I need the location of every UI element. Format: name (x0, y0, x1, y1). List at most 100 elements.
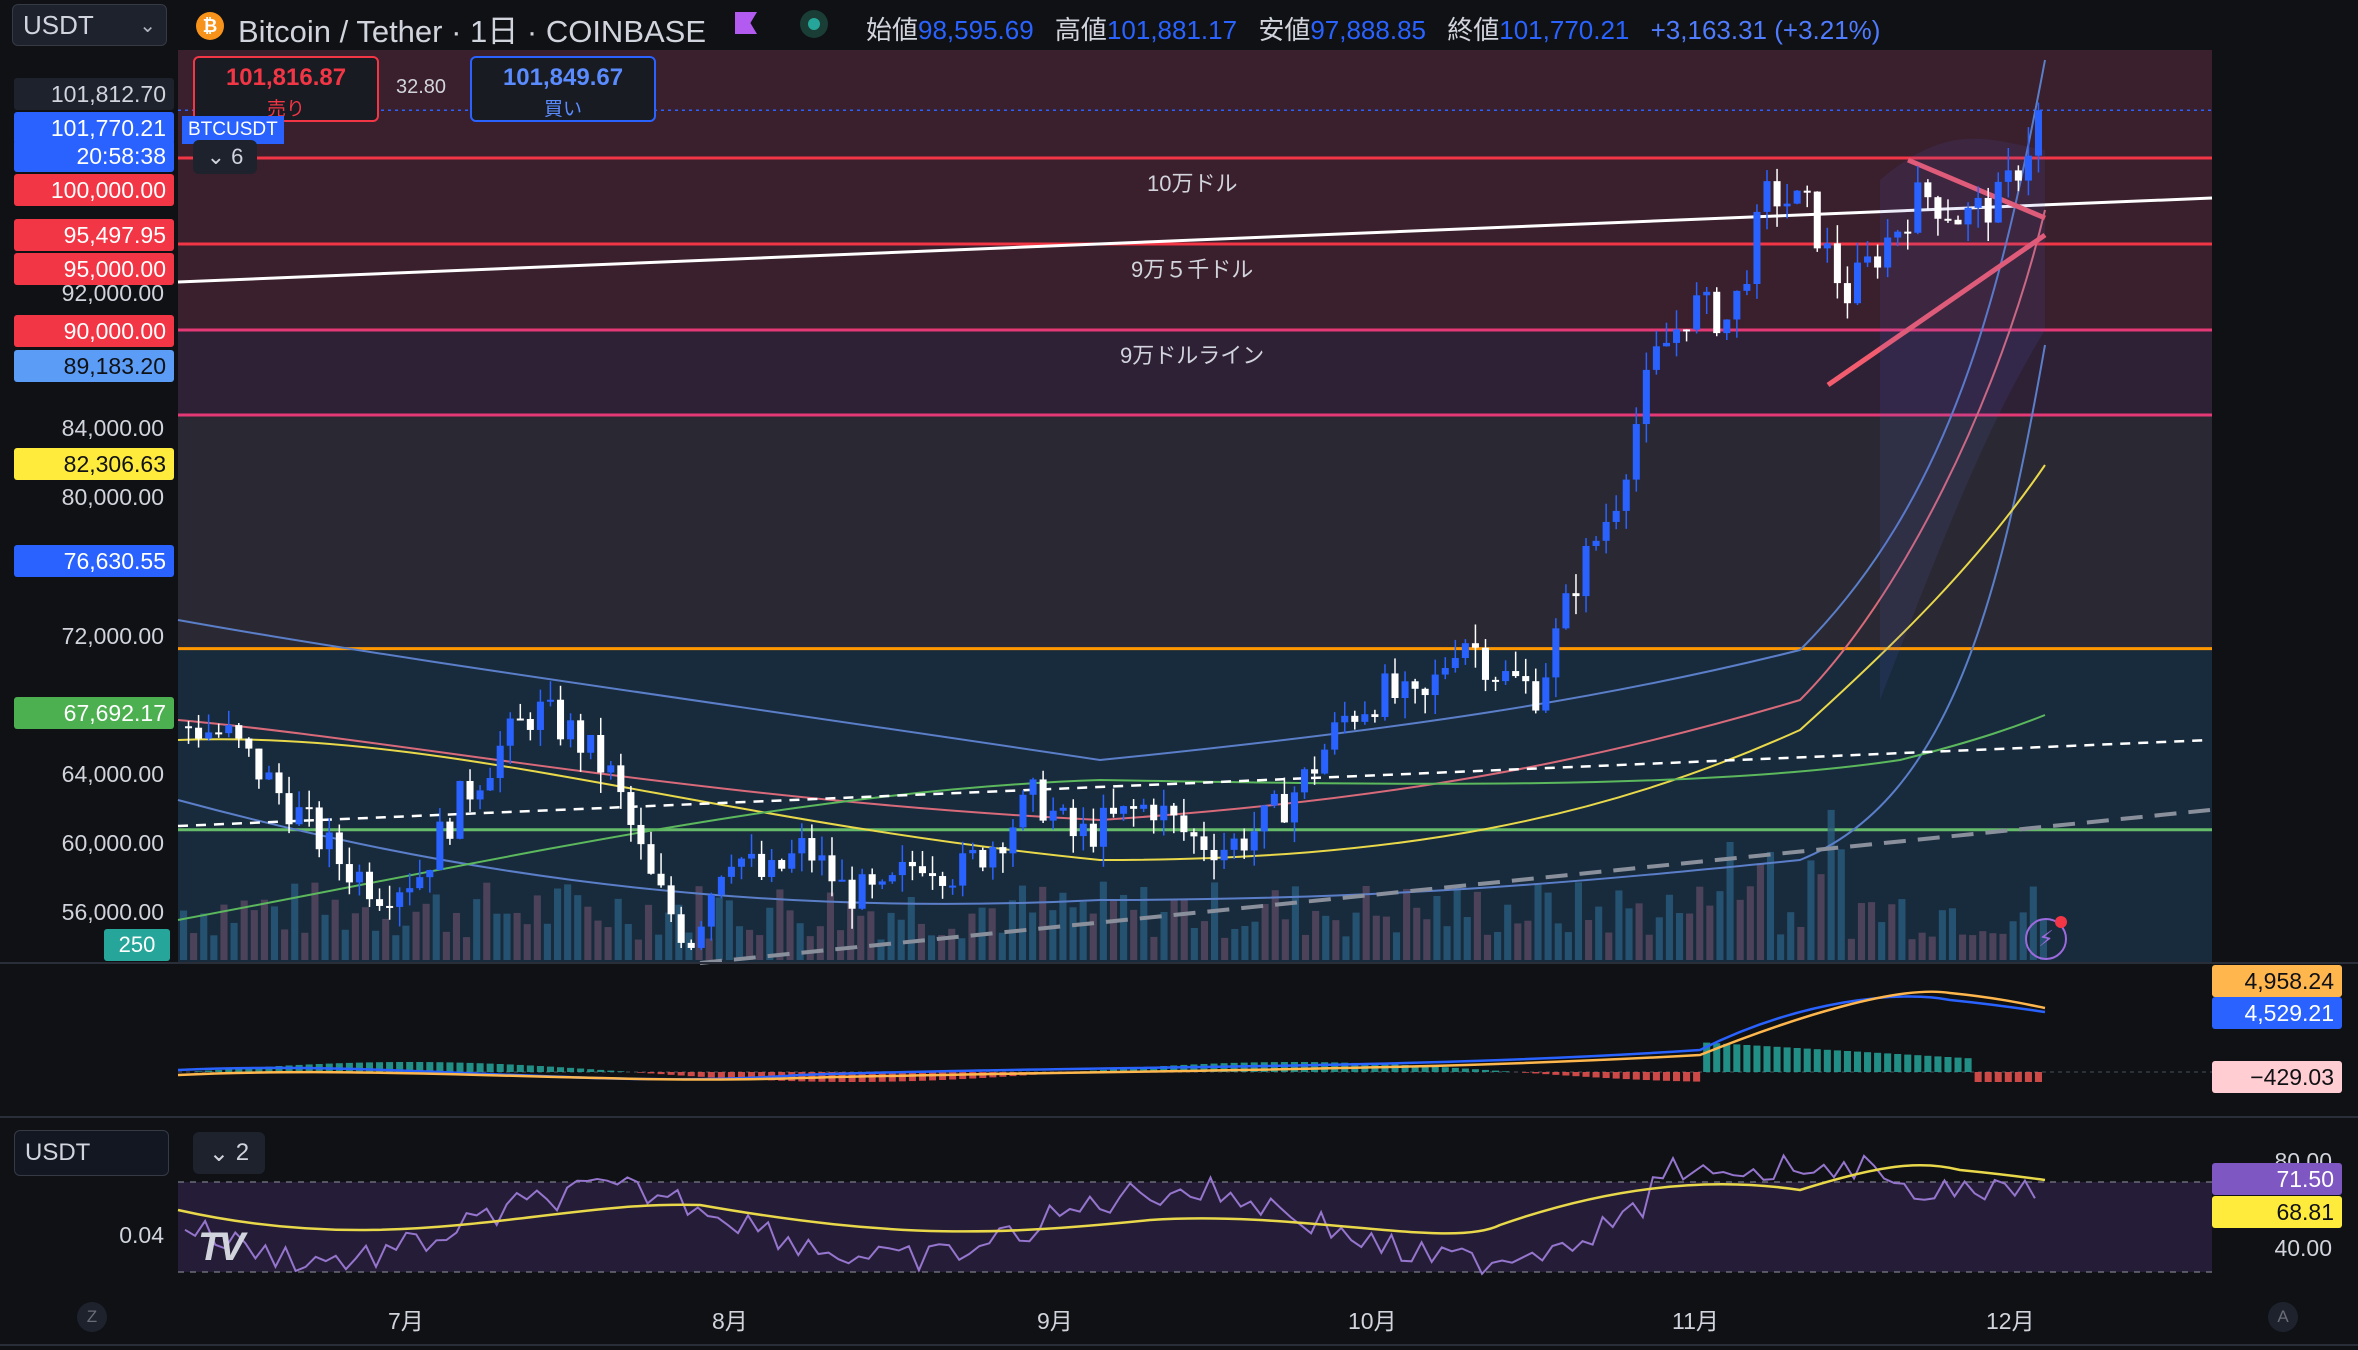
candle (436, 821, 444, 871)
volume-bar (341, 929, 349, 960)
zoom-reset-icon[interactable]: Z (77, 1302, 107, 1332)
macd-histogram-bar (1753, 1045, 1761, 1072)
volume-bar (887, 912, 895, 960)
macd-histogram-bar (1954, 1057, 1962, 1072)
sell-button[interactable]: 101,816.87 売り (193, 56, 379, 122)
volume-bar (1817, 874, 1825, 960)
volume-bar (1302, 934, 1310, 960)
candle (275, 772, 283, 794)
volume-bar (1463, 917, 1471, 960)
volume-bar (735, 926, 744, 960)
volume-bar (1827, 809, 1835, 960)
price-chart[interactable] (0, 0, 2358, 1350)
candle (376, 899, 384, 906)
macd-histogram-bar (2004, 1072, 2012, 1082)
indicator-count: 6 (231, 144, 244, 169)
zone-label-90k: 9万ドルライン (1120, 343, 1265, 368)
indicator-collapse-button[interactable]: ⌄ 6 (193, 140, 257, 174)
candle (727, 866, 735, 877)
macd-histogram-bar (506, 1064, 514, 1072)
candle (1693, 295, 1701, 330)
candle (1853, 262, 1862, 304)
candle (1542, 677, 1550, 711)
candle (496, 745, 504, 778)
macd-histogram-bar (1864, 1052, 1872, 1072)
candle (1180, 815, 1188, 833)
macd-histogram-bar (1773, 1046, 1781, 1072)
candle (1743, 284, 1751, 291)
volume-bar (1716, 891, 1724, 960)
rsi-axis-label: 40.00 (2274, 1235, 2332, 1261)
candle (1431, 674, 1439, 696)
candle (1673, 329, 1681, 343)
volume-bar (1352, 912, 1360, 960)
macd-histogram-bar (1592, 1072, 1600, 1078)
candle (536, 701, 544, 730)
volume-bar (1979, 931, 1987, 960)
auto-scale-icon[interactable]: A (2268, 1302, 2298, 1332)
candle (1230, 838, 1238, 850)
volume-bar (1585, 919, 1593, 960)
candle (979, 849, 987, 868)
candle (1421, 688, 1429, 696)
macd-histogram-bar (1743, 1045, 1751, 1072)
candle (1773, 181, 1781, 207)
volume-bar (1079, 901, 1087, 960)
candle (1713, 291, 1721, 334)
volume-bar (402, 925, 410, 960)
candle (818, 855, 826, 861)
candle (808, 838, 816, 861)
candle (898, 861, 906, 876)
volume-bar (1605, 932, 1613, 960)
candle (1411, 681, 1419, 689)
volume-bar (867, 911, 875, 960)
volume-bar (1766, 851, 1775, 960)
candle (1150, 804, 1158, 821)
time-axis-label: 11月 (1672, 1308, 1719, 1334)
candle (647, 844, 655, 874)
volume-bar (250, 910, 258, 960)
candle (2034, 110, 2042, 156)
volume-bar (1756, 863, 1764, 960)
volume-bar (1504, 904, 1512, 960)
macd-histogram-bar (205, 1070, 213, 1072)
candle (1381, 673, 1389, 717)
buy-button[interactable]: 101,849.67 買い (470, 56, 656, 122)
macd-histogram-bar (496, 1063, 504, 1072)
volume-bar (483, 882, 491, 960)
candle (949, 885, 957, 888)
candle (1331, 722, 1339, 750)
volume-bar (998, 932, 1006, 960)
macd-histogram-bar (1934, 1056, 1942, 1072)
macd-histogram-bar (355, 1062, 363, 1072)
volume-bar (463, 937, 471, 960)
volume-bar (1423, 919, 1431, 960)
candle (486, 777, 494, 791)
volume-bar (897, 919, 905, 960)
macd-histogram-bar (687, 1072, 695, 1077)
candle (1652, 346, 1660, 370)
candle (546, 699, 554, 702)
volume-bar (1342, 936, 1350, 960)
rsi-collapse-button[interactable]: ⌄ 2 (193, 1132, 265, 1174)
candle (1190, 832, 1198, 837)
volume-bar (1787, 912, 1795, 960)
candle (557, 699, 565, 740)
volume-bar (200, 913, 208, 960)
volume-bar (1544, 892, 1552, 960)
macd-histogram-bar (1833, 1050, 1841, 1072)
candle (355, 871, 363, 883)
macd-histogram-bar (557, 1067, 565, 1072)
volume-bar (1029, 912, 1037, 960)
tradingview-logo[interactable]: TV (198, 1225, 245, 1270)
candle (1079, 823, 1087, 837)
macd-histogram-bar (2024, 1072, 2032, 1082)
rsi-currency-select[interactable]: USDT (14, 1130, 169, 1176)
candle (1833, 243, 1841, 284)
candle (1401, 681, 1409, 699)
volume-bar (1595, 906, 1603, 960)
candle (597, 734, 605, 773)
volume-bar (604, 927, 612, 960)
volume-bar (1938, 910, 1946, 960)
macd-histogram-bar (1843, 1051, 1851, 1072)
